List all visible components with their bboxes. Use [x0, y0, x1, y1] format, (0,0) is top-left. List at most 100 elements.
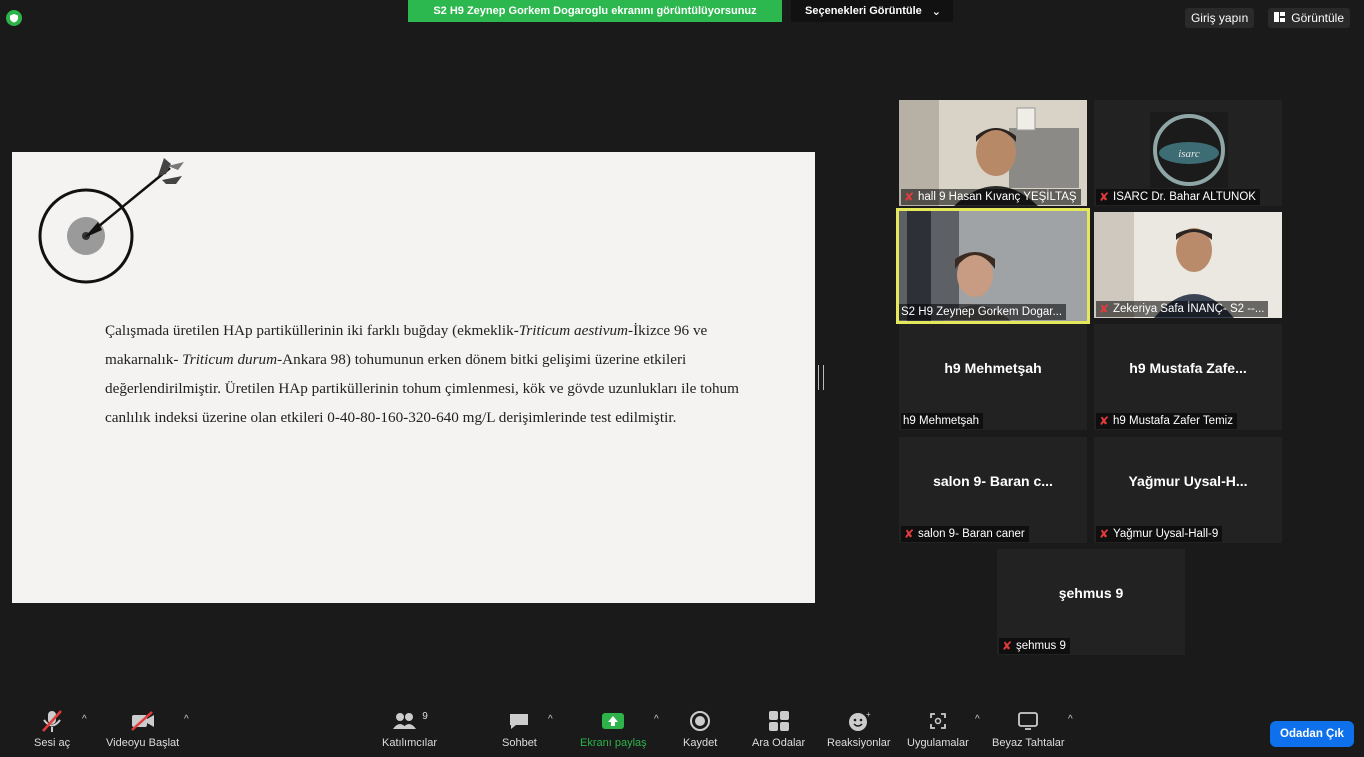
- screen-share-banner: S2 H9 Zeynep Gorkem Dogaroglu ekranını g…: [408, 0, 782, 22]
- participant-name: h9 Mehmetşah: [901, 413, 984, 429]
- participant-display-name: salon 9- Baran c...: [933, 473, 1053, 489]
- video-options-chevron-icon[interactable]: ^: [184, 714, 189, 725]
- whiteboards-button[interactable]: Beyaz Tahtalar ^: [992, 708, 1073, 749]
- mic-muted-icon: ✘: [1098, 190, 1110, 204]
- share-banner-text: S2 H9 Zeynep Gorkem Dogaroglu ekranını g…: [433, 5, 757, 17]
- chevron-down-icon: ⌄: [931, 5, 941, 18]
- participant-name: ✘ Zekeriya Safa İNANÇ- S2 --...: [1096, 301, 1269, 317]
- participant-name-text: hall 9 Hasan Kıvanç YEŞİLTAŞ: [918, 191, 1077, 203]
- view-options-button[interactable]: Seçenekleri Görüntüle ⌄: [791, 0, 953, 22]
- unmute-label: Sesi aç: [34, 737, 71, 749]
- view-layout-button[interactable]: Görüntüle: [1268, 8, 1350, 28]
- login-label: Giriş yapın: [1190, 11, 1249, 25]
- slide-text-italic: Triticum durum: [182, 351, 278, 368]
- participant-tile[interactable]: Yağmur Uysal-H... ✘ Yağmur Uysal-Hall-9: [1094, 437, 1282, 543]
- participant-display-name: şehmus 9: [1058, 585, 1124, 601]
- slide-text-italic: Triticum aestivum: [518, 322, 629, 339]
- start-video-button[interactable]: Videoyu Başlat ^: [106, 708, 189, 749]
- participant-name-text: h9 Mehmetşah: [903, 415, 980, 427]
- participant-tile[interactable]: ✘ hall 9 Hasan Kıvanç YEŞİLTAŞ: [899, 100, 1087, 206]
- participant-name-text: Yağmur Uysal-Hall-9: [1113, 528, 1219, 540]
- view-layout-label: Görüntüle: [1291, 11, 1344, 25]
- mic-muted-icon: ✘: [1098, 302, 1110, 316]
- svg-text:isarc: isarc: [1178, 148, 1200, 160]
- whiteboard-options-chevron-icon[interactable]: ^: [1068, 714, 1073, 725]
- apps-options-chevron-icon[interactable]: ^: [975, 714, 980, 725]
- camera-off-icon: [130, 708, 156, 734]
- participant-display-name: Yağmur Uysal-H...: [1128, 473, 1248, 489]
- participant-tile[interactable]: h9 Mehmetşah h9 Mehmetşah: [899, 324, 1087, 430]
- share-screen-button[interactable]: Ekranı paylaş ^: [580, 708, 659, 749]
- microphone-muted-icon: [41, 708, 63, 734]
- participants-count-badge: 9: [422, 710, 428, 722]
- whiteboard-icon: [1016, 708, 1040, 734]
- participant-tile[interactable]: salon 9- Baran c... ✘ salon 9- Baran cane…: [899, 437, 1087, 543]
- participant-name: ✘ salon 9- Baran caner: [901, 526, 1029, 542]
- record-button[interactable]: Kaydet: [683, 708, 717, 749]
- mic-muted-icon: ✘: [1098, 414, 1110, 428]
- participant-tile[interactable]: h9 Mustafa Zafe... ✘ h9 Mustafa Zafer Tem…: [1094, 324, 1282, 430]
- mic-muted-icon: ✘: [1098, 527, 1110, 541]
- mic-muted-icon: ✘: [903, 527, 915, 541]
- participant-name-text: h9 Mustafa Zafer Temiz: [1113, 415, 1233, 427]
- participant-display-name: h9 Mustafa Zafe...: [1129, 360, 1247, 376]
- mic-muted-icon: ✘: [1001, 639, 1013, 653]
- breakout-rooms-button[interactable]: Ara Odalar: [752, 708, 805, 749]
- breakout-rooms-icon: [768, 708, 790, 734]
- record-label: Kaydet: [683, 737, 718, 749]
- grid-view-icon: [1274, 11, 1286, 25]
- leave-meeting-button[interactable]: Odadan Çık: [1270, 721, 1354, 747]
- reactions-button[interactable]: + Reaksiyonlar: [827, 708, 891, 749]
- participant-name-text: salon 9- Baran caner: [918, 528, 1025, 540]
- participant-tile[interactable]: şehmus 9 ✘ şehmus 9: [997, 549, 1185, 655]
- share-screen-label: Ekranı paylaş: [580, 737, 647, 749]
- apps-icon: [927, 708, 949, 734]
- unmute-button[interactable]: Sesi aç ^: [34, 708, 87, 749]
- participant-display-name: h9 Mehmetşah: [944, 360, 1042, 376]
- participant-name-text: Zekeriya Safa İNANÇ- S2 --...: [1113, 303, 1265, 315]
- leave-meeting-label: Odadan Çık: [1280, 728, 1344, 740]
- participant-name-text: S2 H9 Zeynep Gorkem Dogar...: [901, 306, 1063, 318]
- slide-text-part: Çalışmada üretilen HAp partiküllerinin i…: [105, 322, 519, 339]
- splitter-handle[interactable]: [818, 365, 824, 390]
- login-button[interactable]: Giriş yapın: [1184, 8, 1255, 28]
- share-screen-icon: [601, 708, 625, 734]
- chat-options-chevron-icon[interactable]: ^: [548, 714, 553, 725]
- start-video-label: Videoyu Başlat: [106, 737, 180, 749]
- security-shield-icon[interactable]: [6, 10, 22, 26]
- reactions-label: Reaksiyonlar: [827, 737, 891, 749]
- participant-name: S2 H9 Zeynep Gorkem Dogar...: [899, 304, 1067, 320]
- participant-name-text: şehmus 9: [1016, 640, 1066, 652]
- participant-name: ✘ ISARC Dr. Bahar ALTUNOK: [1096, 189, 1260, 205]
- participant-tile[interactable]: ✘ Zekeriya Safa İNANÇ- S2 --...: [1094, 212, 1282, 318]
- meeting-toolbar: Sesi aç ^ Videoyu Başlat ^ 9 Katılımcıla…: [0, 703, 1364, 757]
- participant-name: ✘ hall 9 Hasan Kıvanç YEŞİLTAŞ: [901, 189, 1081, 205]
- participants-icon: 9: [391, 708, 428, 734]
- participant-name-text: ISARC Dr. Bahar ALTUNOK: [1113, 191, 1256, 203]
- apps-label: Uygulamalar: [907, 737, 969, 749]
- participants-label: Katılımcılar: [382, 737, 438, 749]
- chat-label: Sohbet: [502, 737, 537, 749]
- participant-tile-active-speaker[interactable]: S2 H9 Zeynep Gorkem Dogar...: [896, 208, 1090, 324]
- chat-bubble-icon: [508, 708, 530, 734]
- participant-name: ✘ şehmus 9: [999, 638, 1070, 654]
- participant-name: ✘ Yağmur Uysal-Hall-9: [1096, 526, 1223, 542]
- view-options-label: Seçenekleri Görüntüle: [805, 5, 922, 17]
- mic-muted-icon: ✘: [903, 190, 915, 204]
- record-icon: [689, 708, 711, 734]
- breakout-rooms-label: Ara Odalar: [752, 737, 806, 749]
- slide-body-text: Çalışmada üretilen HAp partiküllerinin i…: [105, 316, 755, 432]
- participant-name: ✘ h9 Mustafa Zafer Temiz: [1096, 413, 1237, 429]
- participant-tile[interactable]: isarc ✘ ISARC Dr. Bahar ALTUNOK: [1094, 100, 1282, 206]
- whiteboards-label: Beyaz Tahtalar: [992, 737, 1065, 749]
- participants-button[interactable]: 9 Katılımcılar: [382, 708, 438, 750]
- svg-text:+: +: [866, 710, 871, 719]
- target-arrow-icon: [38, 158, 184, 284]
- top-right-controls: Giriş yapın Görüntüle: [1184, 8, 1350, 28]
- audio-options-chevron-icon[interactable]: ^: [82, 714, 87, 725]
- share-options-chevron-icon[interactable]: ^: [654, 714, 659, 725]
- smiley-icon: +: [847, 708, 871, 734]
- apps-button[interactable]: Uygulamalar ^: [907, 708, 980, 749]
- shared-screen-slide: Çalışmada üretilen HAp partiküllerinin i…: [12, 152, 815, 603]
- chat-button[interactable]: Sohbet ^: [502, 708, 553, 749]
